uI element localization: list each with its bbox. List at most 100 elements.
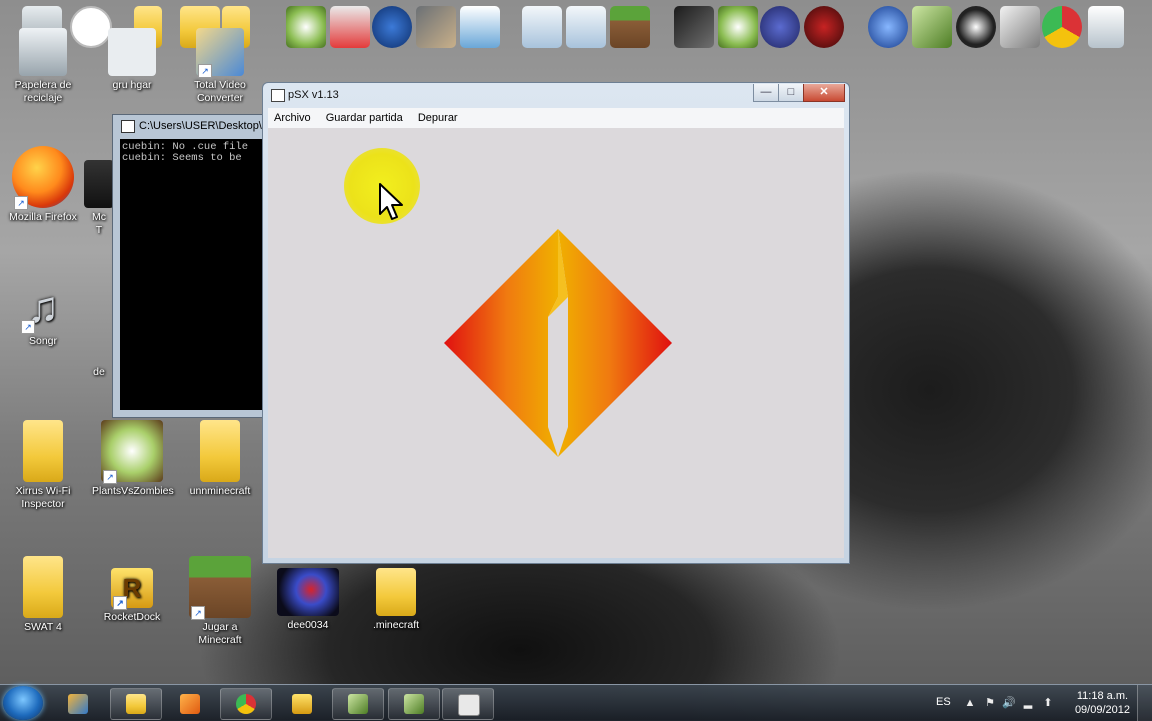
gru-hgar-icon (68, 694, 88, 714)
minecraft-block-icon[interactable] (610, 6, 650, 48)
system-tray: ES ▲ ⚑ 🔊 ▂ ⬆ 11:18 a.m. 09/09/2012 (922, 685, 1152, 721)
shortcut-arrow-icon: ↗ (103, 470, 117, 484)
chrome-icon[interactable] (1042, 6, 1082, 48)
taskbar-console[interactable] (388, 688, 440, 720)
desktop-icon-label: Mc (92, 211, 106, 223)
cinema4d-icon[interactable] (868, 6, 908, 48)
start-button[interactable] (3, 686, 43, 720)
menu-guardar-partida[interactable]: Guardar partida (320, 108, 409, 128)
desktop-icon-rocketdock[interactable]: R ↗ RocketDock (92, 568, 172, 624)
desktop-icon-songr[interactable]: ♫ ↗ Songr (3, 284, 83, 348)
chrome-icon (236, 694, 256, 714)
desktop-icon-firefox[interactable]: ↗ Mozilla Firefox (3, 146, 83, 224)
console-window[interactable]: C:\Users\USER\Desktop\p cuebin: No .cue … (112, 114, 274, 418)
desktop-icon-label: RocketDock (103, 611, 161, 623)
update-icon[interactable]: ⬆ (1042, 697, 1054, 709)
desktop-icon-xirrus[interactable]: Xirrus Wi-Fi Inspector (3, 420, 83, 511)
desktop-icon-swat4[interactable]: SWAT 4 (3, 556, 83, 634)
folder-icon (23, 556, 63, 618)
taskbar-app[interactable] (52, 688, 104, 720)
desktop-icon-label: .minecraft (372, 619, 420, 631)
desktop-icon-gru-hgar[interactable]: gru hgar (92, 28, 172, 92)
taskbar-explorer[interactable] (110, 688, 162, 720)
taskbar-media-player[interactable] (164, 688, 216, 720)
gear-icon[interactable] (372, 6, 412, 48)
plants-vs-zombies-icon[interactable] (718, 6, 758, 48)
flask-icon[interactable] (330, 6, 370, 48)
menu-archivo[interactable]: Archivo (268, 108, 317, 128)
network-icon[interactable]: ▂ (1022, 697, 1034, 709)
desktop-icon-label: Mozilla Firefox (9, 211, 77, 223)
folder-icon (126, 694, 146, 714)
image-thumbnail-icon (277, 568, 339, 616)
need-for-speed-icon[interactable] (674, 6, 714, 48)
taskbar-chrome[interactable] (220, 688, 272, 720)
desktop-icon-minecraft-folder[interactable]: .minecraft (356, 568, 436, 632)
desktop-icon-plants-vs-zombies[interactable]: ↗ PlantsVsZombies (92, 420, 174, 498)
console-title-bar[interactable]: C:\Users\USER\Desktop\p (113, 115, 273, 137)
window-app-icon (458, 694, 480, 716)
red-circle-app-icon[interactable] (804, 6, 844, 48)
settings-gear-icon[interactable] (522, 6, 562, 48)
music-note-icon: ♫ ↗ (19, 284, 67, 334)
tools-icon[interactable] (416, 6, 456, 48)
recycle-bin-icon[interactable] (1088, 6, 1124, 48)
psx-title: pSX v1.13 (288, 89, 339, 101)
green-app-icon (348, 694, 368, 714)
console-app-icon (404, 694, 424, 714)
psx-menu-bar: Archivo Guardar partida Depurar (268, 108, 844, 129)
action-center-icon[interactable]: ⚑ (984, 697, 996, 709)
close-button[interactable]: ✕ (803, 84, 845, 102)
show-desktop-button[interactable] (1137, 685, 1152, 721)
desktop-icon-label: dee0034 (287, 619, 329, 631)
desktop-icon-dee0034[interactable]: dee0034 (268, 568, 348, 632)
clock-date: 09/09/2012 (1074, 704, 1130, 716)
desktop-icon-label: Jugar a Minecraft (198, 621, 242, 646)
rocketdock-icon (292, 694, 312, 714)
desktop-icon-partial[interactable]: Mc T (84, 160, 114, 237)
settings-gear-icon[interactable] (566, 6, 606, 48)
language-indicator[interactable]: ES (936, 696, 951, 708)
taskbar-rocketdock[interactable] (276, 688, 328, 720)
desktop-icon-label: gru hgar (112, 79, 152, 91)
folder-icon (200, 420, 240, 482)
shortcut-arrow-icon: ↗ (14, 196, 28, 210)
psx-screen[interactable] (268, 128, 844, 558)
console-title: C:\Users\USER\Desktop\p (139, 120, 268, 132)
psx-window[interactable]: pSX v1.13 — □ ✕ Archivo Guardar partida … (262, 82, 850, 564)
desktop-icon-label: Xirrus Wi-Fi Inspector (15, 485, 71, 510)
shortcut-arrow-icon: ↗ (198, 64, 212, 78)
window-app-icon[interactable] (460, 6, 500, 48)
desktop-icon-label: unnminecraft (189, 485, 251, 497)
green-app-icon[interactable] (912, 6, 952, 48)
desktop-icon-recycle-bin[interactable]: Papelera de reciclaje (3, 28, 83, 105)
menu-depurar[interactable]: Depurar (412, 108, 464, 128)
desktop-icon-unnminecraft[interactable]: unnminecraft (180, 420, 260, 498)
shortcut-arrow-icon: ↗ (113, 596, 127, 610)
console-output[interactable]: cuebin: No .cue file cuebin: Seems to be (120, 139, 273, 410)
taskbar: ES ▲ ⚑ 🔊 ▂ ⬆ 11:18 a.m. 09/09/2012 (0, 684, 1152, 721)
minimize-button[interactable]: — (753, 84, 779, 102)
plants-vs-zombies-icon: ↗ (101, 420, 163, 484)
show-hidden-icons-icon[interactable]: ▲ (964, 697, 976, 709)
desktop-icon-jugar-minecraft[interactable]: ↗ Jugar a Minecraft (180, 556, 260, 647)
desktop-icon-partial-de[interactable]: de (84, 366, 114, 379)
plants-vs-zombies-icon[interactable] (286, 6, 326, 48)
desktop-icon-label: Total Video Converter (194, 79, 246, 104)
ps-logo-icon[interactable] (760, 6, 800, 48)
taskbar-psx[interactable] (442, 688, 494, 720)
eye-app-icon[interactable] (956, 6, 996, 48)
firefox-icon: ↗ (12, 146, 74, 210)
clock[interactable]: 11:18 a.m. 09/09/2012 (1075, 689, 1130, 717)
volume-icon[interactable]: 🔊 (1002, 697, 1016, 709)
psx-title-bar[interactable]: pSX v1.13 — □ ✕ (263, 83, 849, 107)
desktop-icon-label: Papelera de reciclaje (14, 79, 72, 104)
desktop-icon-label: SWAT 4 (24, 621, 62, 633)
maximize-button[interactable]: □ (778, 84, 804, 102)
minecraft-block-icon: ↗ (189, 556, 251, 620)
trash-icon (19, 28, 67, 76)
window-icon (271, 89, 285, 102)
unity-icon[interactable] (1000, 6, 1040, 48)
taskbar-app-green[interactable] (332, 688, 384, 720)
desktop-icon-total-video-converter[interactable]: ↗ Total Video Converter (180, 28, 260, 105)
